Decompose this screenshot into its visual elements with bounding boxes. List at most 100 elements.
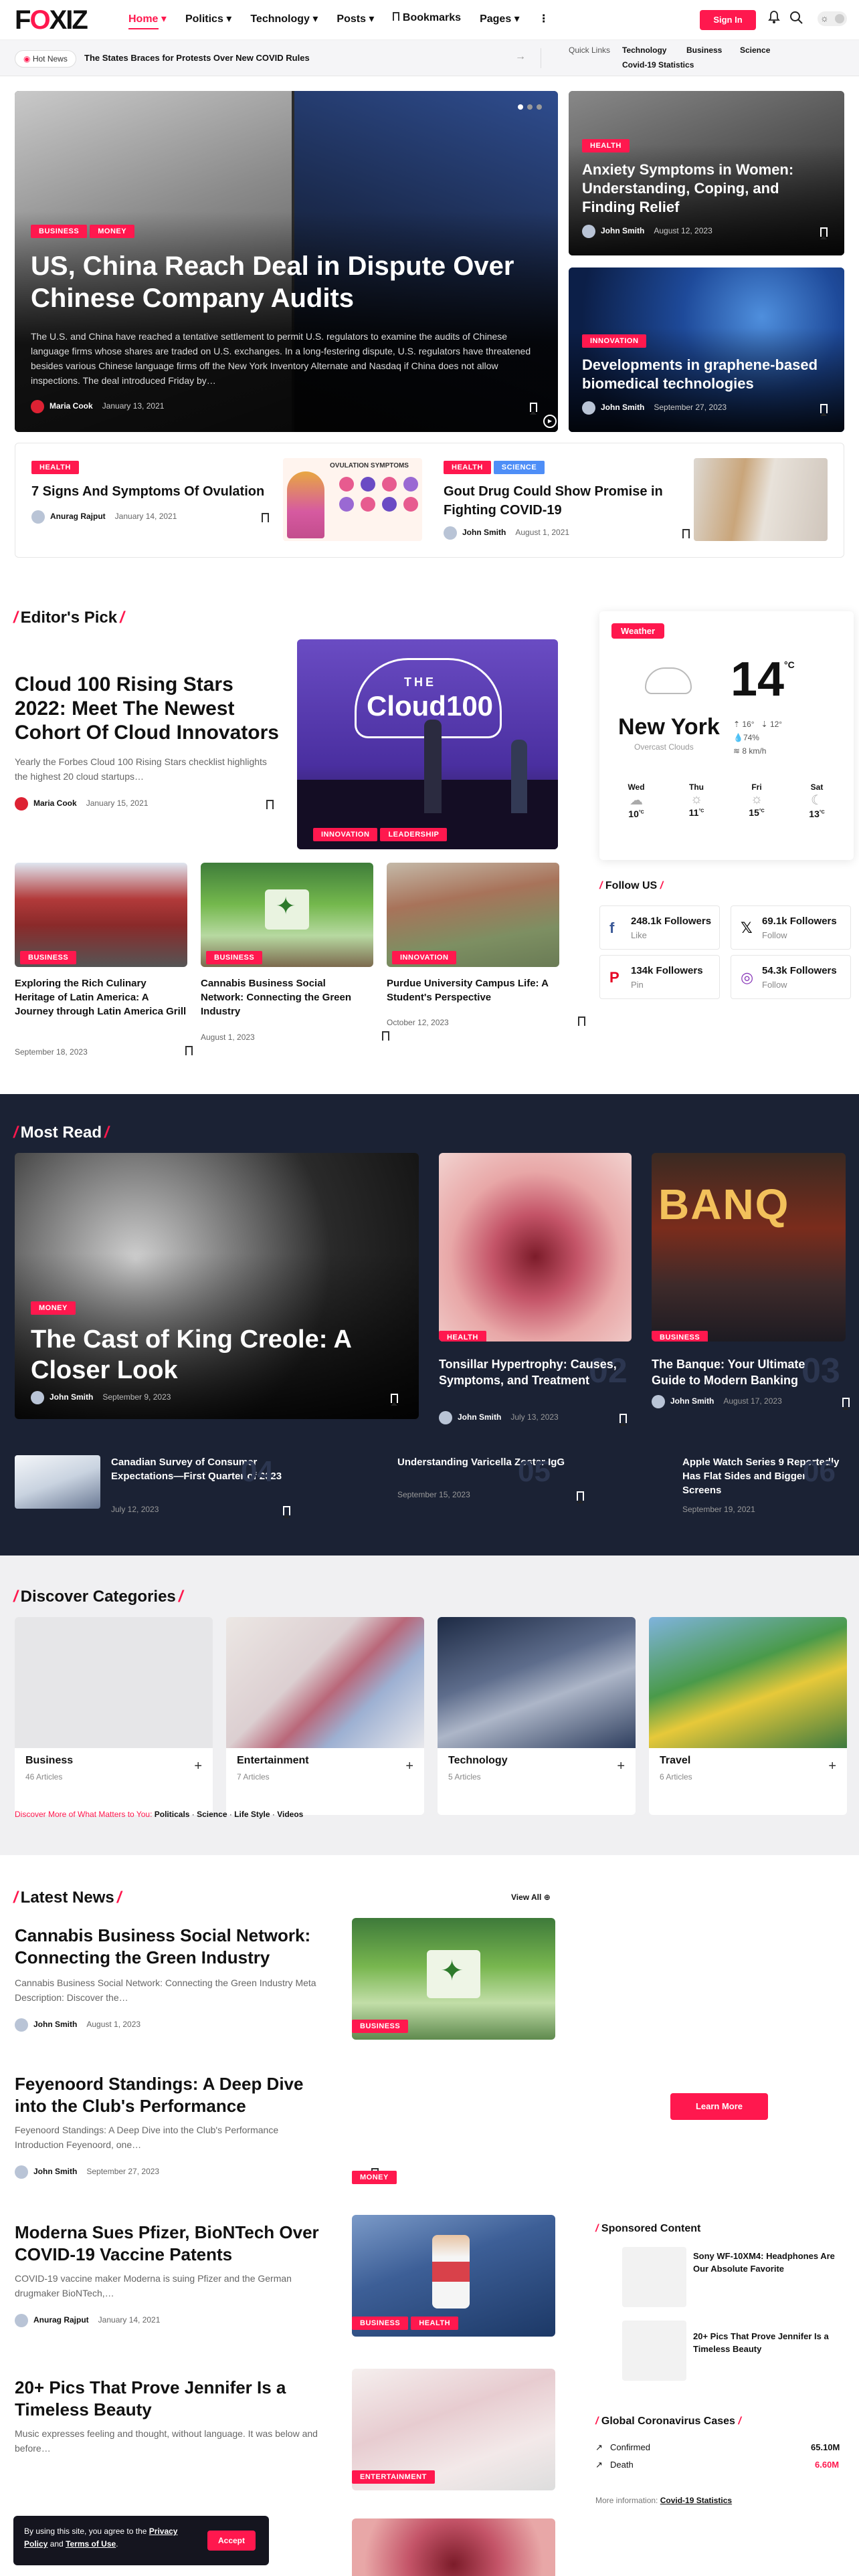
latest-title[interactable]: 20+ Pics That Prove Jennifer Is a Timele… — [15, 2377, 329, 2421]
tag-money[interactable]: MONEY — [31, 1301, 76, 1315]
editors-card-image[interactable]: ✦ BUSINESS — [201, 863, 373, 967]
site-logo[interactable]: FOXIZ — [15, 5, 88, 35]
search-icon[interactable] — [789, 11, 803, 24]
dark-mode-toggle[interactable]: ☼ — [818, 11, 847, 26]
quick-link[interactable]: Business — [686, 45, 722, 55]
category-card-business[interactable]: Business 46 Articles + — [15, 1617, 213, 1815]
latest-image[interactable] — [352, 2518, 555, 2576]
most-read-main-card[interactable]: MONEY The Cast of King Creole: A Closer … — [15, 1153, 419, 1419]
nav-home[interactable]: Home ▾ — [128, 12, 167, 29]
learn-more-button[interactable]: Learn More — [670, 2093, 768, 2120]
tag-business[interactable]: BUSINESS — [20, 951, 77, 964]
tag-health[interactable]: HEALTH — [411, 2317, 459, 2330]
topic-link[interactable]: Life Style — [234, 1810, 270, 1819]
nav-politics[interactable]: Politics ▾ — [185, 12, 231, 25]
trending-headline[interactable]: The States Braces for Protests Over New … — [84, 53, 310, 63]
notification-bell-icon[interactable] — [768, 11, 780, 24]
tag-entertainment[interactable]: ENTERTAINMENT — [352, 2470, 435, 2484]
tag-business[interactable]: BUSINESS — [652, 1331, 708, 1341]
topic-link[interactable]: Videos — [277, 1810, 303, 1819]
bookmark-icon[interactable] — [282, 1506, 290, 1518]
tag-health[interactable]: HEALTH — [582, 139, 630, 152]
tag-money[interactable]: MONEY — [352, 2171, 397, 2184]
strip-title[interactable]: Gout Drug Could Show Promise in Fighting… — [444, 482, 684, 520]
tag-health[interactable]: HEALTH — [31, 461, 79, 474]
most-read-main-title[interactable]: The Cast of King Creole: A Closer Look — [31, 1324, 379, 1386]
strip-title[interactable]: 7 Signs And Symptoms Of Ovulation — [31, 482, 279, 501]
latest-title[interactable]: Moderna Sues Pfizer, BioNTech Over COVID… — [15, 2222, 329, 2266]
bookmark-icon[interactable] — [530, 403, 537, 415]
category-card-entertainment[interactable]: Entertainment 7 Articles + — [226, 1617, 424, 1815]
tag-health[interactable]: HEALTH — [439, 1331, 486, 1341]
plus-icon[interactable]: + — [617, 1759, 625, 1774]
trending-arrow-icon[interactable]: → — [515, 51, 526, 63]
nav-pages[interactable]: Pages ▾ — [480, 12, 520, 25]
bookmark-icon[interactable] — [842, 1398, 850, 1410]
tag-leadership[interactable]: LEADERSHIP — [380, 828, 448, 841]
bookmark-icon[interactable] — [266, 800, 274, 812]
editors-card-image[interactable]: BUSINESS — [15, 863, 187, 967]
quick-link[interactable]: Covid-19 Statistics — [622, 60, 694, 70]
bookmark-icon[interactable] — [619, 1414, 627, 1426]
most-read-title[interactable]: The Banque: Your Ultimate Guide to Moder… — [652, 1356, 839, 1388]
tag-health[interactable]: HEALTH — [444, 461, 491, 474]
latest-image[interactable]: BUSINESS HEALTH — [352, 2215, 555, 2337]
more-menu-icon[interactable]: ⋮ — [539, 12, 549, 25]
strip-image-ovulation[interactable]: OVULATION SYMPTOMS — [283, 458, 422, 541]
side-bottom-title[interactable]: Developments in graphene-based biomedica… — [582, 356, 836, 393]
editors-card-title[interactable]: Cannabis Business Social Network: Connec… — [201, 976, 368, 1018]
editors-card-title[interactable]: Purdue University Campus Life: A Student… — [387, 976, 554, 1004]
latest-title[interactable]: Cannabis Business Social Network: Connec… — [15, 1925, 329, 1969]
sponsored-title-item[interactable]: 20+ Pics That Prove Jennifer Is a Timele… — [693, 2330, 847, 2355]
bookmark-icon[interactable] — [262, 513, 269, 525]
tag-business[interactable]: BUSINESS — [352, 2317, 409, 2330]
tag-innovation[interactable]: INNOVATION — [313, 828, 378, 841]
tag-science[interactable]: SCIENCE — [493, 461, 545, 474]
topic-link[interactable]: Science — [197, 1810, 227, 1819]
tag-money[interactable]: MONEY — [90, 225, 135, 238]
pinterest-follow[interactable]: P 134k Followers Pin — [599, 955, 720, 999]
tag-innovation[interactable]: INNOVATION — [392, 951, 457, 964]
editors-main-image[interactable]: THE Cloud100 INNOVATION LEADERSHIP — [297, 639, 558, 849]
sign-in-button[interactable]: Sign In — [700, 10, 756, 30]
bookmark-icon[interactable] — [578, 1016, 586, 1029]
side-card-top[interactable]: HEALTH Anxiety Symptoms in Women: Unders… — [569, 91, 844, 255]
nav-posts[interactable]: Posts ▾ — [337, 12, 374, 25]
sponsored-thumb[interactable] — [622, 2247, 686, 2307]
view-all-link[interactable]: View All ⊕ — [511, 1893, 551, 1902]
bookmark-icon[interactable] — [381, 1031, 389, 1043]
instagram-follow[interactable]: ◎ 54.3k Followers Follow — [731, 955, 851, 999]
most-read-thumb[interactable] — [15, 1455, 100, 1509]
tag-business[interactable]: BUSINESS — [31, 225, 88, 238]
hero-title[interactable]: US, China Reach Deal in Dispute Over Chi… — [31, 250, 546, 314]
covid-stats-link[interactable]: Covid-19 Statistics — [660, 2496, 732, 2505]
plus-icon[interactable]: + — [194, 1759, 202, 1774]
bookmark-icon[interactable] — [820, 404, 828, 416]
slider-dots[interactable] — [518, 104, 542, 110]
strip-image-gout[interactable] — [694, 458, 828, 541]
editors-main-title[interactable]: Cloud 100 Rising Stars 2022: Meet The Ne… — [15, 673, 289, 745]
bookmark-icon[interactable] — [820, 227, 828, 239]
tag-business[interactable]: BUSINESS — [352, 2020, 409, 2033]
side-card-bottom[interactable]: INNOVATION Developments in graphene-base… — [569, 267, 844, 432]
hero-card[interactable]: BUSINESS MONEY US, China Reach Deal in Di… — [15, 91, 558, 432]
nav-bookmarks[interactable]: Bookmarks — [393, 12, 461, 25]
quick-link[interactable]: Technology — [622, 45, 666, 55]
nav-technology[interactable]: Technology ▾ — [250, 12, 318, 25]
bookmark-icon[interactable] — [577, 1491, 585, 1503]
bookmark-icon[interactable] — [185, 1046, 193, 1058]
side-top-title[interactable]: Anxiety Symptoms in Women: Understanding… — [582, 160, 836, 217]
tag-business[interactable]: BUSINESS — [206, 951, 263, 964]
x-follow[interactable]: 𝕏 69.1k Followers Follow — [731, 905, 851, 950]
sponsored-title-item[interactable]: Sony WF-10XM4: Headphones Are Our Absolu… — [693, 2250, 847, 2275]
plus-icon[interactable]: + — [828, 1759, 836, 1774]
plus-icon[interactable]: + — [405, 1759, 413, 1774]
latest-title[interactable]: Feyenoord Standings: A Deep Dive into th… — [15, 2073, 329, 2117]
sponsored-thumb[interactable] — [622, 2321, 686, 2381]
editors-card-title[interactable]: Exploring the Rich Culinary Heritage of … — [15, 976, 187, 1018]
accept-cookies-button[interactable]: Accept — [207, 2531, 256, 2551]
most-read-image[interactable]: BANQ BUSINESS — [652, 1153, 846, 1341]
latest-image[interactable]: ✦ BUSINESS — [352, 1918, 555, 2040]
topic-link[interactable]: Politicals — [155, 1810, 190, 1819]
play-icon[interactable]: ▶ — [543, 415, 557, 428]
